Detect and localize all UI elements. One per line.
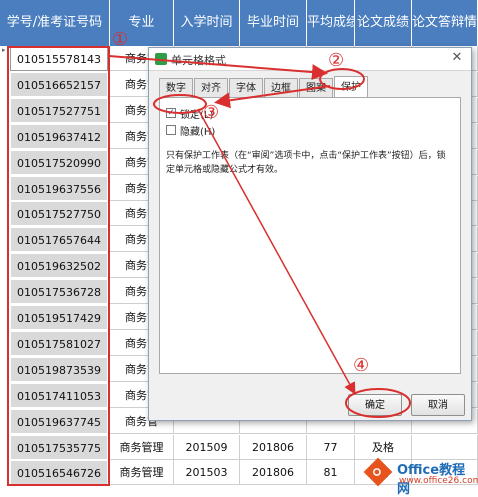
column-header[interactable]: 论文答辩情况 [412,0,478,46]
column-header[interactable]: 学号/准考证号码 [0,0,110,46]
table-cell[interactable]: 201509 [174,434,240,460]
table-row: 010517535775 商务管理 201509 201806 77 及格 [0,434,478,460]
student-id-cell[interactable]: 010517520990 [10,149,108,175]
close-icon[interactable]: ✕ [449,50,465,66]
student-id-cell[interactable]: 010515578143 [10,46,108,71]
student-id-cell[interactable]: 010516546726 [10,460,108,486]
student-id-cell[interactable]: 010517527750 [10,201,108,227]
student-id-cell[interactable]: 010519637745 [10,408,108,434]
student-id-cell[interactable]: 010517657644 [10,227,108,253]
column-header[interactable]: 入学时间 [174,0,240,46]
table-cell[interactable]: 201806 [240,434,307,460]
office-logo-icon [363,457,393,487]
row-marker: ▸ [2,46,6,54]
tab-border[interactable]: 边框 [264,78,298,97]
student-id-cell[interactable]: 010517535775 [10,434,108,460]
protection-panel: ✓ 锁定(L) 隐藏(H) 只有保护工作表（在“审阅”选项卡中，点击“保护工作表… [159,97,461,374]
table-cell[interactable]: 201503 [174,460,240,486]
hide-checkbox[interactable] [166,125,176,135]
tab-protect[interactable]: 保护 [334,76,368,97]
student-id-cell[interactable]: 010519517429 [10,305,108,330]
dialog-title: 单元格格式 [171,54,226,67]
column-header[interactable]: 毕业时间 [240,0,307,46]
hide-label[interactable]: 隐藏(H) [180,123,215,138]
tab-number[interactable]: 数字 [159,78,193,97]
student-id-cell[interactable]: 010517536728 [10,279,108,305]
annotation-1: ① [112,29,129,50]
column-header[interactable]: 论文成绩 [355,0,412,46]
table-cell[interactable]: 77 [307,434,355,460]
annotation-2: ② [328,50,345,71]
lock-checkbox[interactable]: ✓ [166,108,176,118]
table-cell[interactable]: 81 [307,460,355,486]
cancel-button[interactable]: 取消 [411,394,465,416]
format-cells-dialog: 单元格格式 ✕ 数字 对齐 字体 边框 图案 保护 ✓ 锁定(L) 隐藏(H) 只有保护工… [148,47,472,421]
student-id-cell[interactable]: 010519873539 [10,356,108,382]
tab-align[interactable]: 对齐 [194,78,228,97]
table-cell[interactable]: 201806 [240,460,307,486]
watermark-url: www.office26.com [399,476,478,486]
ok-button[interactable]: 确定 [348,394,402,416]
annotation-3: ③ [203,102,220,123]
student-id-cell[interactable]: 010517411053 [10,382,108,408]
table-cell[interactable]: 及格 [355,434,412,460]
student-id-cell[interactable]: 010517581027 [10,330,108,356]
student-id-cell[interactable]: 010519637556 [10,175,108,201]
protection-note: 只有保护工作表（在“审阅”选项卡中，点击“保护工作表”按钮）后，锁定单元格或隐藏… [166,151,446,175]
annotation-4: ④ [353,355,370,376]
dialog-titlebar: 单元格格式 ✕ [149,48,471,71]
table-cell[interactable]: 商务管理 [110,460,174,486]
table-cell[interactable]: 商务管理 [110,434,174,460]
tab-pattern[interactable]: 图案 [299,78,333,97]
tab-font[interactable]: 字体 [229,78,263,97]
watermark: Office教程网 www.office26.com [363,457,478,497]
column-header-row: 学号/准考证号码专业入学时间毕业时间平均成绩论文成绩论文答辩情况 [0,0,478,46]
student-id-cell[interactable]: 010519637412 [10,123,108,149]
table-cell[interactable] [412,434,478,460]
student-id-cell[interactable]: 010517527751 [10,97,108,123]
column-header[interactable]: 平均成绩 [307,0,355,46]
spreadsheet-app-icon [155,53,167,65]
student-id-cell[interactable]: 010519632502 [10,253,108,279]
student-id-cell[interactable]: 010516652157 [10,71,108,97]
